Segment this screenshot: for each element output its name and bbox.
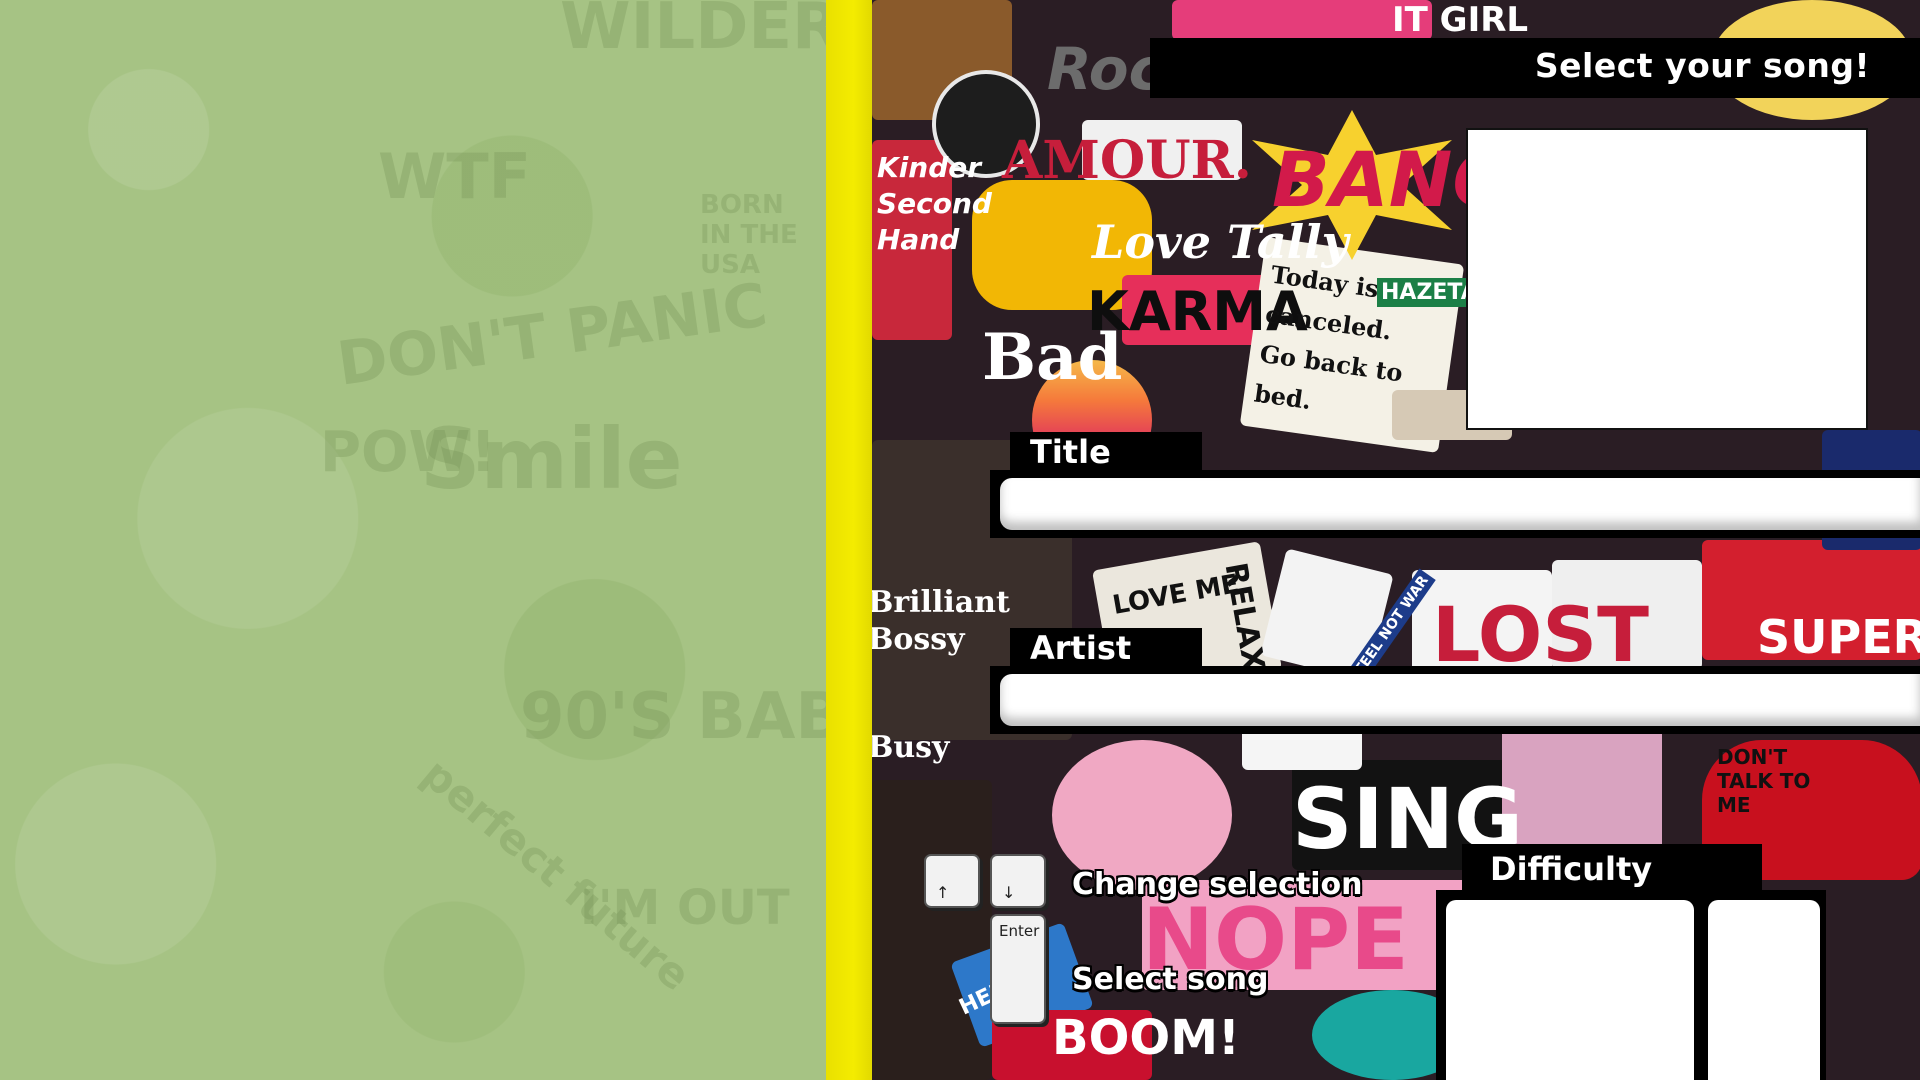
down-key-glyph: ↓ bbox=[1002, 883, 1016, 902]
sticker-text: Kinder Second Hand bbox=[877, 151, 992, 256]
album-art-preview bbox=[1466, 128, 1868, 430]
difficulty-right-slot bbox=[1708, 900, 1820, 1080]
change-selection-hint: Change selection bbox=[1072, 867, 1363, 902]
sticker-text: AMOUR. bbox=[1002, 130, 1252, 191]
sticker-text: Bad bbox=[982, 320, 1123, 395]
background-sticker: POW! bbox=[320, 420, 496, 485]
background-sticker: WILDER bbox=[560, 0, 842, 64]
header-bar: Select your song! bbox=[1150, 38, 1920, 98]
sticker bbox=[872, 780, 992, 1080]
left-panel-background: WILDER DON'T PANIC Smile POW! BORN IN TH… bbox=[0, 0, 888, 1080]
background-sticker: DON'T PANIC bbox=[333, 270, 772, 400]
enter-key-icon: Enter bbox=[990, 914, 1046, 1024]
title-field bbox=[990, 470, 1920, 538]
select-song-hint: Select song bbox=[1072, 962, 1269, 997]
difficulty-left-slot bbox=[1446, 900, 1694, 1080]
enter-key-glyph: Enter bbox=[999, 922, 1040, 940]
sticker-text: SUPER bbox=[1757, 610, 1920, 664]
up-key-glyph: ↑ bbox=[936, 883, 950, 902]
sticker-text: DON'T TALK TO ME bbox=[1717, 745, 1811, 817]
title-value bbox=[1000, 478, 1920, 530]
artist-value bbox=[1000, 674, 1920, 726]
page-title: Select your song! bbox=[1534, 46, 1870, 85]
difficulty-label: Difficulty bbox=[1462, 844, 1762, 896]
sticker-text: Bossy bbox=[872, 622, 965, 657]
background-sticker: BORN IN THE USA bbox=[700, 190, 798, 280]
down-arrow-key-icon: ↓ bbox=[990, 854, 1046, 908]
sticker-text: IT GIRL bbox=[1392, 0, 1529, 40]
yellow-divider-stripe bbox=[826, 0, 872, 1080]
background-sticker: WTF bbox=[378, 140, 532, 213]
sticker-text: BOOM! bbox=[1052, 1010, 1240, 1066]
sticker bbox=[1502, 720, 1662, 860]
artist-field bbox=[990, 666, 1920, 734]
up-arrow-key-icon: ↑ bbox=[924, 854, 980, 908]
background-sticker: perfect future bbox=[413, 748, 700, 1001]
sticker-text: Brilliant bbox=[872, 585, 1010, 620]
sticker-text: Busy bbox=[872, 730, 950, 765]
artist-label: Artist bbox=[1010, 628, 1202, 668]
title-label: Title bbox=[1010, 432, 1202, 472]
